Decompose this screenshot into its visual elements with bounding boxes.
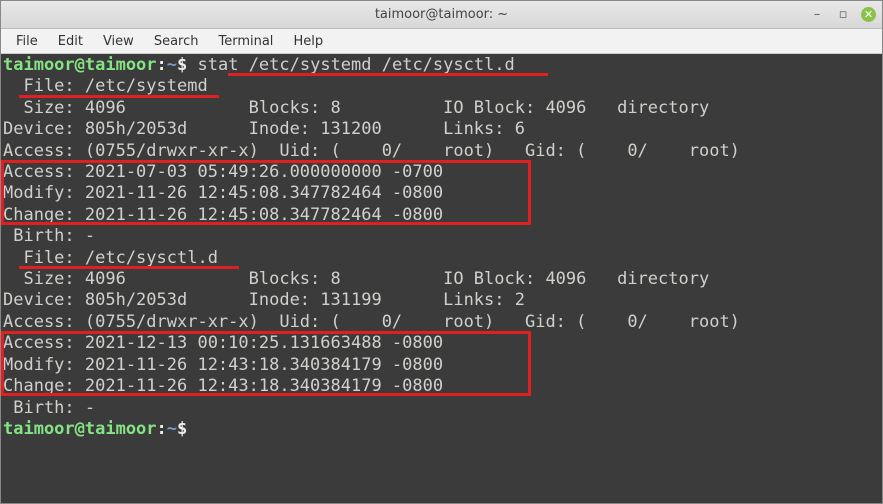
close-button[interactable]: ✕: [861, 7, 876, 22]
prompt-dollar: $: [177, 55, 197, 75]
menu-view[interactable]: View: [94, 31, 143, 52]
menu-file[interactable]: File: [7, 31, 47, 52]
out1-modify: Modify: 2021-11-26 12:45:08.347782464 -0…: [3, 183, 443, 203]
prompt2-userhost: taimoor@taimoor: [3, 419, 157, 439]
menu-help[interactable]: Help: [284, 31, 332, 52]
out1-device: Device: 805h/2053d Inode: 131200 Links: …: [3, 119, 525, 139]
menu-edit[interactable]: Edit: [49, 31, 92, 52]
out2-birth: Birth: -: [3, 398, 95, 418]
out2-change: Change: 2021-11-26 12:43:18.340384179 -0…: [3, 376, 443, 396]
out1-perm: Access: (0755/drwxr-xr-x) Uid: ( 0/ root…: [3, 141, 740, 161]
maximize-button[interactable]: ▫: [835, 7, 851, 23]
window-controls: – ▫ ✕: [809, 7, 876, 23]
out2-modify: Modify: 2021-11-26 12:43:18.340384179 -0…: [3, 355, 443, 375]
out2-perm: Access: (0755/drwxr-xr-x) Uid: ( 0/ root…: [3, 312, 740, 332]
minimize-button[interactable]: –: [809, 7, 825, 23]
prompt-colon: :: [157, 55, 167, 75]
window-title: taimoor@taimoor: ~: [375, 7, 508, 22]
menu-search[interactable]: Search: [145, 31, 208, 52]
prompt-path: ~: [167, 55, 177, 75]
terminal-window: taimoor@taimoor: ~ – ▫ ✕ File Edit View …: [0, 0, 883, 504]
out2-device: Device: 805h/2053d Inode: 131199 Links: …: [3, 290, 525, 310]
command-text: stat /etc/systemd /etc/sysctl.d: [198, 55, 515, 75]
out1-file: File: /etc/systemd: [3, 76, 208, 96]
out1-size: Size: 4096 Blocks: 8 IO Block: 4096 dire…: [3, 98, 709, 118]
titlebar: taimoor@taimoor: ~ – ▫ ✕: [1, 1, 882, 29]
out1-access: Access: 2021-07-03 05:49:26.000000000 -0…: [3, 162, 443, 182]
out2-access: Access: 2021-12-13 00:10:25.131663488 -0…: [3, 333, 443, 353]
out1-change: Change: 2021-11-26 12:45:08.347782464 -0…: [3, 205, 443, 225]
prompt2-path: ~: [167, 419, 177, 439]
terminal-output[interactable]: taimoor@taimoor:~$ stat /etc/systemd /et…: [1, 54, 882, 503]
prompt2-colon: :: [157, 419, 167, 439]
out2-size: Size: 4096 Blocks: 8 IO Block: 4096 dire…: [3, 269, 709, 289]
prompt-userhost: taimoor@taimoor: [3, 55, 157, 75]
menubar: File Edit View Search Terminal Help: [1, 29, 882, 54]
out1-birth: Birth: -: [3, 226, 95, 246]
out2-file: File: /etc/sysctl.d: [3, 248, 218, 268]
prompt2-dollar: $: [177, 419, 197, 439]
menu-terminal[interactable]: Terminal: [209, 31, 282, 52]
